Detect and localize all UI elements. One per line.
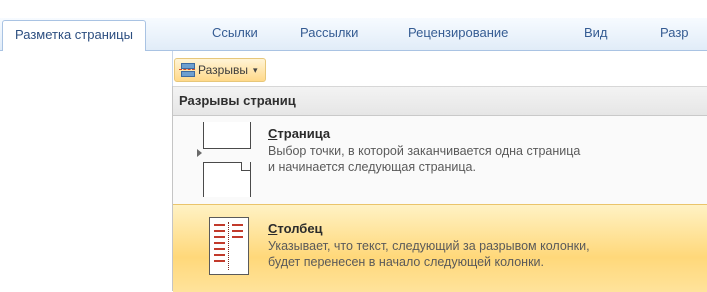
page-break-icon <box>197 122 253 200</box>
menu-section-header: Разрывы страниц <box>173 86 707 116</box>
breaks-dropdown-button[interactable]: Разрывы ▾ <box>174 58 267 82</box>
tab-view[interactable]: Вид <box>584 18 608 50</box>
menu-item-title: Страница <box>268 126 331 141</box>
chevron-down-icon: ▾ <box>252 64 258 75</box>
page-breaks-icon <box>179 63 195 77</box>
menu-item-page-break[interactable]: Страница Выбор точки, в которой заканчив… <box>173 116 707 204</box>
menu-item-description: Выбор точки, в которой заканчивается одн… <box>268 144 581 174</box>
menu-item-title: Столбец <box>268 221 323 236</box>
menu-item-description: Указывает, что текст, следующий за разры… <box>268 239 590 269</box>
breaks-menu: Разрывы страниц Страница Выбор точки, в … <box>172 86 707 292</box>
tab-page-layout[interactable]: Разметка страницы <box>2 20 146 52</box>
ribbon-group-area <box>0 51 173 291</box>
tab-mailings[interactable]: Рассылки <box>300 18 358 50</box>
tab-developer[interactable]: Разр <box>660 18 689 50</box>
column-break-icon <box>209 217 249 275</box>
tab-review[interactable]: Рецензирование <box>408 18 508 50</box>
menu-item-column-break[interactable]: Столбец Указывает, что текст, следующий … <box>173 204 707 292</box>
tab-references[interactable]: Ссылки <box>212 18 258 50</box>
ribbon-tab-bar: Разметка страницы Ссылки Рассылки Реценз… <box>0 18 707 52</box>
breaks-button-label: Разрывы <box>198 63 248 77</box>
